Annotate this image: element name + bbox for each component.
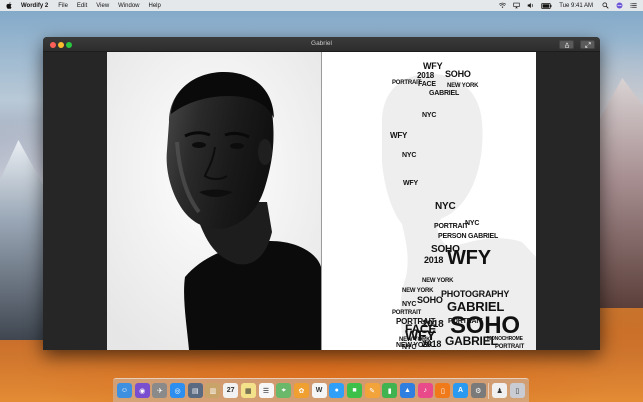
notification-center-icon[interactable] — [630, 2, 637, 9]
portrait-word: WFY — [447, 247, 491, 269]
portrait-word: PERSON — [438, 233, 467, 240]
pages-icon[interactable]: ✎ — [364, 383, 380, 398]
airplay-icon[interactable] — [513, 2, 520, 9]
safari-icon[interactable]: ◎ — [170, 383, 186, 398]
wallpaper-mountain-right — [597, 78, 643, 308]
portrait-word: 2018 — [424, 255, 444, 265]
portrait-word: WFY — [403, 180, 418, 187]
menu-edit[interactable]: Edit — [77, 3, 87, 9]
portrait-word: SOHO — [417, 295, 443, 305]
portrait-word: NEW YORK — [402, 288, 434, 294]
portrait-word: NYC — [422, 112, 437, 119]
portrait-word: SOHO — [445, 69, 471, 79]
portrait-word: 2018 — [422, 339, 442, 349]
reminders-icon[interactable]: ☰ — [258, 383, 274, 398]
maps-icon[interactable]: ⌖ — [276, 383, 292, 398]
original-portrait-photo — [107, 52, 321, 350]
original-photo-panel — [107, 52, 321, 350]
finder-icon[interactable]: ☺ — [117, 383, 132, 398]
wallpaper-mountain-left — [0, 140, 46, 340]
stickies-icon[interactable]: ▦ — [240, 383, 256, 398]
menu-app-name[interactable]: Wordify 2 — [21, 3, 48, 9]
photos-icon[interactable]: ✿ — [293, 383, 309, 398]
keynote-icon[interactable]: ▲ — [400, 383, 415, 398]
itunes-icon[interactable]: ♪ — [417, 383, 433, 398]
portrait-word: NYC — [402, 344, 417, 350]
ibooks-icon[interactable]: ▯ — [435, 383, 451, 398]
menu-bar: Wordify 2 File Edit View Window Help Tue… — [0, 0, 643, 11]
photo-browser-icon[interactable]: ▤ — [187, 383, 203, 398]
menu-help[interactable]: Help — [149, 3, 161, 9]
portrait-word: PHOTOGRAPHY — [441, 289, 510, 299]
apple-menu-icon[interactable] — [6, 2, 13, 9]
menu-window[interactable]: Window — [118, 3, 139, 9]
portrait-word: WFY — [390, 131, 408, 140]
portrait-word: NYC — [435, 201, 456, 212]
launchpad-icon[interactable]: ✈ — [152, 383, 168, 398]
wifi-icon[interactable] — [499, 2, 507, 9]
volume-icon[interactable] — [527, 2, 534, 9]
spotlight-search-icon[interactable] — [602, 2, 609, 9]
word-portrait-panel: WFY 2018 FACE SOHO GABRIEL NEW YORK PORTRAIT NY… — [322, 52, 536, 350]
menu-bar-status: Tue 9:41 AM — [499, 2, 637, 9]
portrait-word: FACE — [405, 322, 437, 336]
comparison-view: WFY 2018 FACE SOHO GABRIEL NEW YORK PORTRAIT NY… — [43, 52, 600, 350]
facetime-icon[interactable]: ■ — [346, 383, 362, 398]
siri-menu-icon[interactable] — [616, 2, 623, 9]
share-icon — [564, 41, 569, 48]
dock: ☺ ◉ ✈ ◎ ▤ ▥ 27 ▦ ☰ ⌖ ✿ W ● ■ ✎ ▮ ▲ ♪ ▯ A ⚙ ♟ ▯ — [113, 378, 529, 402]
portrait-word: NYC — [402, 152, 417, 159]
numbers-icon[interactable]: ▮ — [382, 383, 398, 398]
notes-icon[interactable]: ▥ — [205, 383, 221, 398]
portrait-word: GABRIEL — [468, 233, 499, 240]
portrait-word: NEW YORK — [447, 83, 479, 89]
portrait-word: PORTRAIT — [495, 344, 525, 350]
portrait-word: PORTRAIT — [392, 310, 422, 316]
portrait-word: PORTRAIT — [434, 223, 469, 230]
portrait-word: NYC — [402, 301, 417, 308]
portrait-word: NEW YORK — [422, 278, 454, 284]
battery-icon[interactable] — [541, 2, 552, 9]
dock-separator — [488, 382, 490, 399]
portrait-word: PORTRAIT — [392, 80, 422, 86]
menu-clock[interactable]: Tue 9:41 AM — [559, 3, 593, 9]
portrait-word: GABRIEL — [429, 90, 460, 97]
window-titlebar[interactable]: Gabriel — [43, 37, 600, 52]
share-button[interactable] — [559, 40, 574, 49]
system-preferences-icon[interactable]: ⚙ — [470, 383, 486, 398]
menu-view[interactable]: View — [96, 3, 109, 9]
portrait-word: NYC — [465, 220, 480, 227]
portrait-word: 2018 — [417, 71, 434, 80]
messages-icon[interactable]: ● — [329, 383, 345, 398]
portrait-word: MONOCHROME — [487, 336, 523, 342]
siri-icon[interactable]: ◉ — [134, 383, 150, 398]
calendar-icon[interactable]: 27 — [223, 383, 239, 398]
resize-toggle-button[interactable] — [580, 40, 595, 49]
wordify-document-icon[interactable]: ♟ — [492, 383, 508, 398]
app-store-icon[interactable]: A — [453, 383, 469, 398]
wordify-window: Gabriel WFY 2018 FACE SOHO GABRIEL NEW Y… — [43, 37, 600, 350]
resize-arrows-icon — [584, 41, 591, 48]
trash-icon[interactable]: ▯ — [509, 383, 525, 398]
window-title: Gabriel — [311, 40, 332, 47]
wordify-icon[interactable]: W — [311, 383, 327, 398]
portrait-word: WFY — [423, 61, 443, 71]
menu-file[interactable]: File — [58, 3, 68, 9]
